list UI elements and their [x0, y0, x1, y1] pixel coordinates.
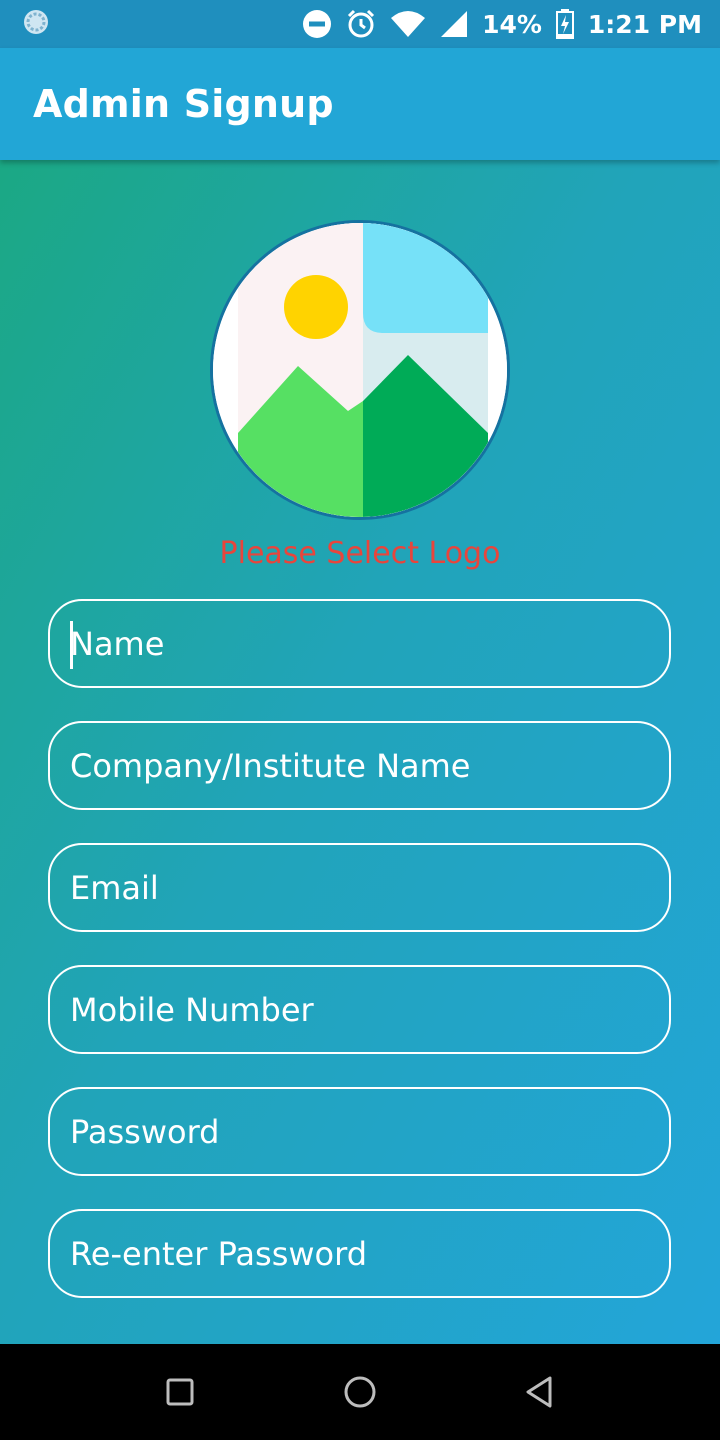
- page-title: Admin Signup: [33, 82, 334, 126]
- mobile-input[interactable]: [70, 990, 669, 1029]
- email-field[interactable]: [48, 843, 671, 932]
- battery-charging-icon: [555, 9, 574, 39]
- mobile-field[interactable]: [48, 965, 671, 1054]
- square-icon: [166, 1378, 194, 1406]
- recents-button[interactable]: [166, 1372, 194, 1417]
- circle-icon: [344, 1376, 376, 1408]
- password-input[interactable]: [70, 1112, 669, 1151]
- home-button[interactable]: [342, 1372, 378, 1417]
- logo-hint-text: Please Select Logo: [219, 536, 501, 571]
- text-cursor: [70, 621, 73, 669]
- signup-form-container: Please Select Logo: [0, 160, 720, 1344]
- do-not-disturb-icon: [302, 9, 332, 39]
- confirm-password-field[interactable]: [48, 1209, 671, 1298]
- name-input[interactable]: [70, 624, 669, 663]
- company-input[interactable]: [70, 746, 669, 785]
- email-input[interactable]: [70, 868, 669, 907]
- name-field[interactable]: [48, 599, 671, 688]
- status-bar: 14% 1:21 PM: [0, 0, 720, 48]
- clock: 1:21 PM: [587, 9, 702, 39]
- image-placeholder-icon: [213, 223, 507, 517]
- signal-icon: [440, 10, 468, 38]
- status-left: [22, 8, 50, 41]
- company-field[interactable]: [48, 721, 671, 810]
- confirm-password-input[interactable]: [70, 1234, 669, 1273]
- sync-icon: [22, 8, 50, 41]
- back-button[interactable]: [524, 1372, 556, 1417]
- wifi-icon: [390, 10, 426, 38]
- logo-picker-button[interactable]: [210, 220, 510, 520]
- triangle-back-icon: [526, 1376, 552, 1408]
- status-right: 14% 1:21 PM: [302, 9, 702, 39]
- navigation-bar: [0, 1344, 720, 1440]
- app-bar: Admin Signup: [0, 48, 720, 160]
- alarm-icon: [346, 9, 376, 39]
- battery-percent: 14%: [482, 9, 542, 39]
- password-field[interactable]: [48, 1087, 671, 1176]
